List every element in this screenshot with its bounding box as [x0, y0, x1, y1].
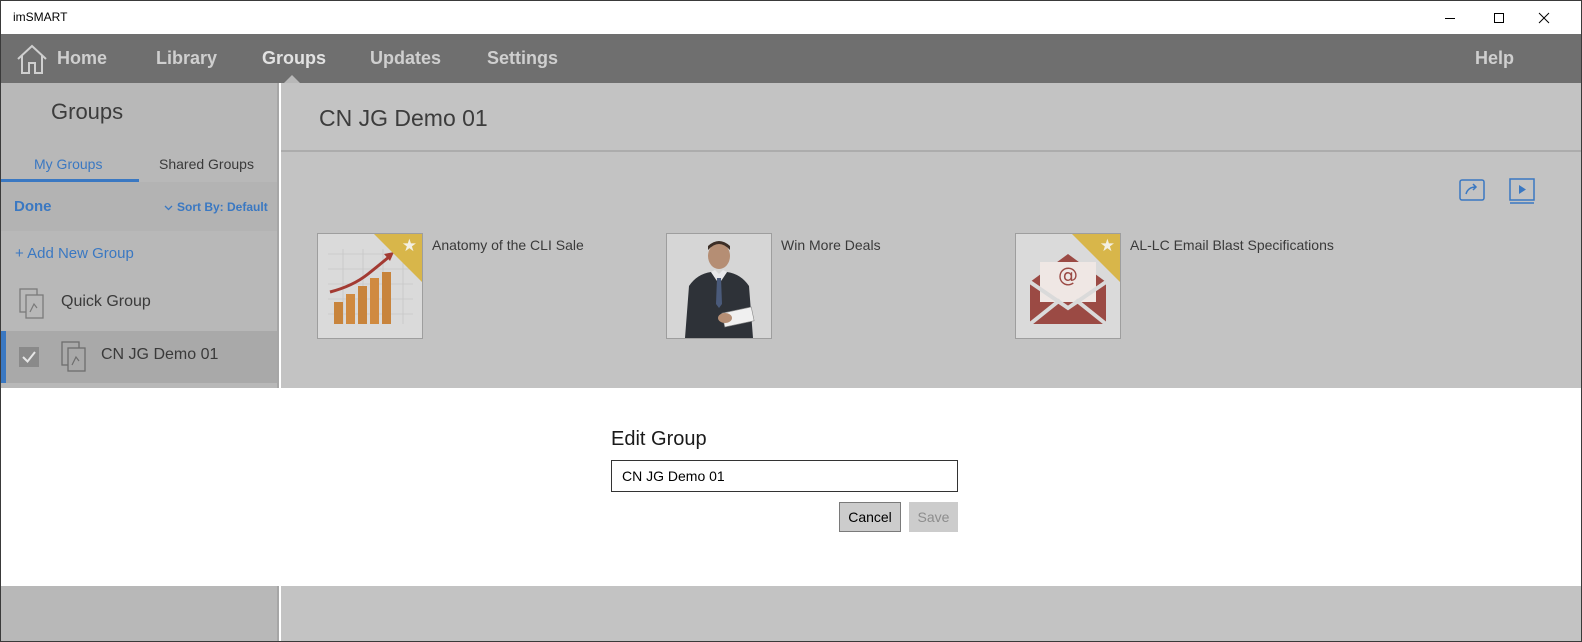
nav-help[interactable]: Help: [1475, 48, 1514, 69]
maximize-icon: [1494, 12, 1504, 23]
maximize-button[interactable]: [1476, 1, 1522, 34]
content-item-card[interactable]: @ ★ AL-LC Email Blast Specifications: [1015, 233, 1355, 343]
document-stack-icon: [61, 341, 86, 372]
content-item-card[interactable]: ★ Anatomy of the CLI Sale: [317, 233, 657, 343]
nav-settings[interactable]: Settings: [487, 48, 558, 69]
sidebar-item-label: Quick Group: [61, 293, 151, 310]
minimize-icon: [1445, 17, 1455, 19]
minimize-button[interactable]: [1427, 1, 1473, 34]
chevron-down-icon: [164, 205, 173, 211]
star-icon: ★: [1099, 236, 1115, 255]
add-new-group-link[interactable]: + Add New Group: [15, 245, 134, 262]
sort-by-dropdown[interactable]: Sort By: Default: [164, 200, 268, 214]
nav-groups[interactable]: Groups: [262, 48, 326, 69]
save-button[interactable]: Save: [909, 502, 958, 532]
title-bar: imSMART: [1, 1, 1581, 34]
nav-home[interactable]: Home: [57, 48, 107, 69]
content-item-card[interactable]: Win More Deals: [666, 233, 1006, 343]
cancel-button[interactable]: Cancel: [839, 502, 901, 532]
sort-by-value: Default: [227, 200, 268, 214]
done-button[interactable]: Done: [14, 198, 52, 215]
content-item-title: AL-LC Email Blast Specifications: [1130, 237, 1334, 253]
tab-shared-groups[interactable]: Shared Groups: [159, 156, 254, 172]
document-stack-icon: [19, 288, 44, 319]
businessman-thumbnail: [666, 233, 772, 339]
sidebar-toolbar: Done Sort By: Default: [1, 182, 277, 231]
edit-group-dialog: Edit Group Cancel Save: [1, 388, 1581, 586]
tab-my-groups[interactable]: My Groups: [34, 156, 102, 172]
checkmark-icon: [22, 351, 36, 364]
sort-by-label: Sort By:: [177, 200, 224, 214]
divider: [281, 150, 1581, 152]
sidebar-title: Groups: [51, 99, 124, 124]
group-checkbox[interactable]: [19, 347, 39, 367]
active-nav-indicator: [284, 75, 300, 83]
app-window: imSMART Home Library Groups Updates Sett…: [0, 0, 1582, 642]
dialog-title: Edit Group: [611, 428, 707, 450]
present-icon[interactable]: [1458, 177, 1486, 205]
play-icon[interactable]: [1508, 177, 1536, 205]
close-icon: [1538, 12, 1550, 23]
email-envelope-thumbnail: @ ★: [1015, 233, 1121, 339]
nav-updates[interactable]: Updates: [370, 48, 441, 69]
star-icon: ★: [401, 236, 417, 255]
top-navigation: Home Library Groups Updates Settings Hel…: [1, 34, 1581, 83]
sidebar-item-cn-jg-demo-01[interactable]: CN JG Demo 01: [1, 331, 277, 383]
nav-library[interactable]: Library: [156, 48, 217, 69]
sidebar-item-quick-group[interactable]: Quick Group: [1, 278, 277, 330]
group-name-input[interactable]: [611, 460, 958, 492]
home-icon[interactable]: [15, 42, 49, 76]
close-button[interactable]: [1521, 1, 1567, 34]
content-item-title: Anatomy of the CLI Sale: [432, 237, 584, 253]
group-title: CN JG Demo 01: [319, 105, 488, 131]
window-title: imSMART: [13, 10, 68, 24]
growth-chart-thumbnail: ★: [317, 233, 423, 339]
content-item-title: Win More Deals: [781, 237, 881, 253]
businessman-image: [667, 234, 771, 338]
sidebar-item-label: CN JG Demo 01: [101, 346, 219, 363]
